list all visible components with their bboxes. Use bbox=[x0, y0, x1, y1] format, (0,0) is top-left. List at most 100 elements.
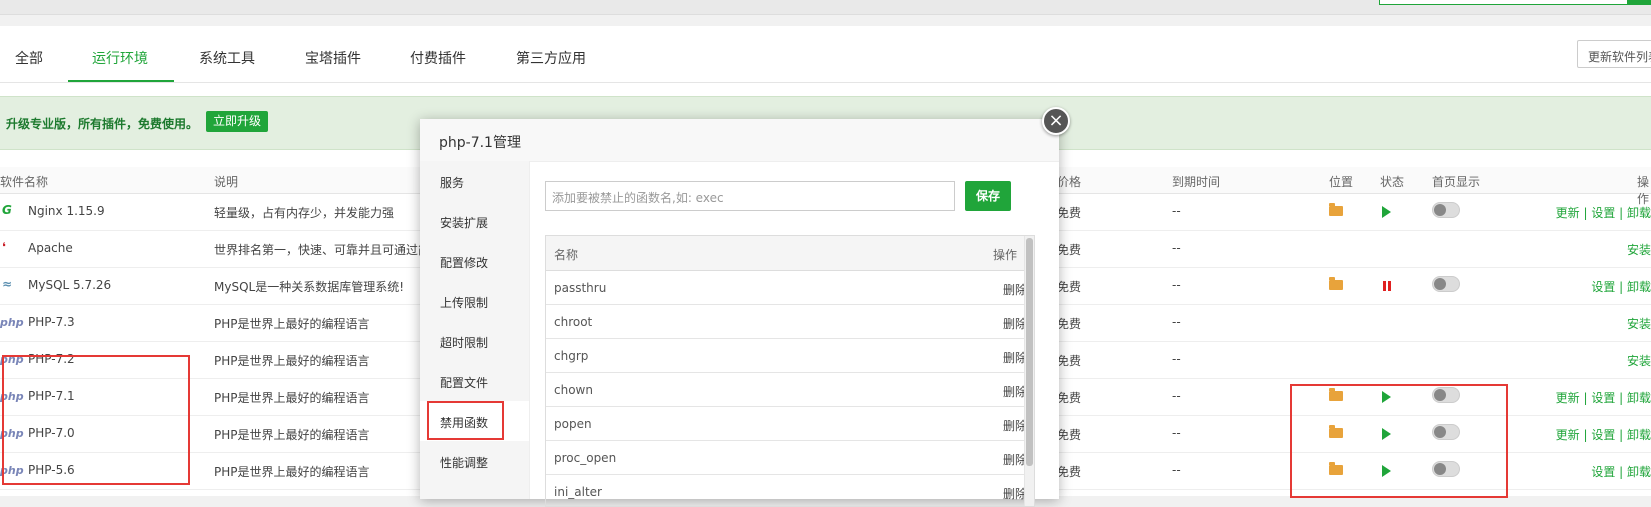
row-actions[interactable]: 设置 | 卸载 bbox=[1591, 463, 1651, 480]
tab-system-tools[interactable]: 系统工具 bbox=[199, 48, 255, 68]
menu-item-service[interactable]: 服务 bbox=[420, 161, 529, 201]
homepage-toggle[interactable] bbox=[1432, 276, 1460, 292]
software-expire: -- bbox=[1172, 463, 1181, 477]
dialog-header: php-7.1管理 bbox=[420, 119, 1059, 162]
software-desc: PHP是世界上最好的编程语言 bbox=[214, 354, 370, 368]
row-actions[interactable]: 设置 | 卸载 bbox=[1591, 278, 1651, 295]
upgrade-button[interactable]: 立即升级 bbox=[206, 111, 269, 132]
homepage-toggle[interactable] bbox=[1432, 387, 1460, 403]
table-row: chown 删除 bbox=[546, 373, 1034, 407]
php-icon: php bbox=[0, 316, 24, 329]
menu-item-install-extensions[interactable]: 安装扩展 bbox=[420, 201, 529, 241]
software-name: Nginx 1.15.9 bbox=[28, 204, 105, 218]
close-icon[interactable]: × bbox=[1042, 107, 1070, 135]
software-expire: -- bbox=[1172, 389, 1181, 403]
software-expire: -- bbox=[1172, 426, 1181, 440]
pause-icon[interactable] bbox=[1383, 281, 1391, 291]
function-name: ini_alter bbox=[554, 485, 602, 499]
menu-item-config-edit[interactable]: 配置修改 bbox=[420, 241, 529, 281]
function-name: passthru bbox=[554, 281, 607, 295]
software-price: 免费 bbox=[1057, 317, 1082, 331]
table-row: chroot 删除 bbox=[546, 305, 1034, 339]
software-desc: MySQL是一种关系数据库管理系统! bbox=[214, 280, 405, 294]
category-tabs: 全部 运行环境 系统工具 宝塔插件 付费插件 第三方应用 更新软件列表 bbox=[0, 26, 1651, 83]
tab-all[interactable]: 全部 bbox=[15, 48, 43, 68]
tab-runtime[interactable]: 运行环境 bbox=[92, 48, 148, 68]
disabled-functions-pane: 添加要被禁止的函数名,如: exec 保存 名称 操作 passthru 删除 c… bbox=[545, 161, 1045, 507]
software-price: 免费 bbox=[1057, 391, 1082, 405]
menu-item-timeout-limit[interactable]: 超时限制 bbox=[420, 321, 529, 361]
menu-item-label: 服务 bbox=[440, 176, 465, 190]
promo-text: 升级专业版，所有插件，免费使用。 bbox=[6, 117, 199, 131]
menu-item-disabled-functions[interactable]: 禁用函数 bbox=[420, 401, 529, 441]
functions-table-header: 名称 操作 bbox=[546, 236, 1034, 271]
save-button[interactable]: 保存 bbox=[965, 181, 1011, 211]
scrollbar-thumb[interactable] bbox=[1026, 238, 1033, 466]
software-price: 免费 bbox=[1057, 428, 1082, 442]
row-actions[interactable]: 安装 bbox=[1627, 315, 1651, 332]
php-manager-dialog: php-7.1管理 服务 安装扩展 配置修改 上传限制 超时限制 配置文件 禁用… bbox=[420, 119, 1059, 507]
header-name: 软件名称 bbox=[0, 175, 49, 189]
software-name: Apache bbox=[28, 241, 73, 255]
menu-item-upload-limit[interactable]: 上传限制 bbox=[420, 281, 529, 321]
menu-item-label: 安装扩展 bbox=[440, 216, 489, 230]
menu-item-label: 配置修改 bbox=[440, 256, 489, 270]
software-expire: -- bbox=[1172, 204, 1181, 218]
menu-item-label: 上传限制 bbox=[440, 296, 489, 310]
function-name: chgrp bbox=[554, 349, 589, 363]
functions-scrollbar[interactable] bbox=[1024, 236, 1034, 506]
folder-icon[interactable] bbox=[1329, 203, 1343, 216]
table-row: popen 删除 bbox=[546, 407, 1034, 441]
software-expire: -- bbox=[1172, 278, 1181, 292]
folder-icon[interactable] bbox=[1329, 462, 1343, 475]
top-search-input[interactable] bbox=[1379, 0, 1651, 5]
menu-item-label: 配置文件 bbox=[440, 376, 489, 390]
menu-item-config-file[interactable]: 配置文件 bbox=[420, 361, 529, 401]
software-expire: -- bbox=[1172, 315, 1181, 329]
software-price: 免费 bbox=[1057, 280, 1082, 294]
row-actions[interactable]: 更新 | 设置 | 卸载 bbox=[1556, 204, 1651, 221]
top-search-button[interactable] bbox=[1627, 0, 1651, 4]
dialog-side-menu: 服务 安装扩展 配置修改 上传限制 超时限制 配置文件 禁用函数 性能调整 bbox=[420, 161, 530, 499]
play-icon[interactable] bbox=[1382, 465, 1391, 477]
homepage-toggle[interactable] bbox=[1432, 461, 1460, 477]
row-actions[interactable]: 更新 | 设置 | 卸载 bbox=[1556, 389, 1651, 406]
top-bar bbox=[0, 0, 1651, 15]
header-location: 位置 bbox=[1329, 175, 1354, 189]
header-desc: 说明 bbox=[214, 175, 239, 189]
software-name: PHP-7.3 bbox=[28, 315, 75, 329]
php-icon: php bbox=[0, 427, 24, 440]
function-name: popen bbox=[554, 417, 592, 431]
tab-paid-plugins[interactable]: 付费插件 bbox=[410, 48, 466, 68]
menu-item-performance[interactable]: 性能调整 bbox=[420, 441, 529, 481]
function-name: proc_open bbox=[554, 451, 617, 465]
play-icon[interactable] bbox=[1382, 206, 1391, 218]
header-expire: 到期时间 bbox=[1172, 175, 1221, 189]
apache-feather-icon: ❛ bbox=[2, 240, 6, 254]
software-desc: PHP是世界上最好的编程语言 bbox=[214, 391, 370, 405]
folder-icon[interactable] bbox=[1329, 388, 1343, 401]
tab-bt-plugins[interactable]: 宝塔插件 bbox=[305, 48, 361, 68]
menu-item-label: 超时限制 bbox=[440, 336, 489, 350]
function-name-input[interactable]: 添加要被禁止的函数名,如: exec bbox=[545, 181, 955, 211]
header-price: 价格 bbox=[1057, 175, 1082, 189]
homepage-toggle[interactable] bbox=[1432, 202, 1460, 218]
row-actions[interactable]: 安装 bbox=[1627, 352, 1651, 369]
table-row: proc_open 删除 bbox=[546, 441, 1034, 475]
row-actions[interactable]: 更新 | 设置 | 卸载 bbox=[1556, 426, 1651, 443]
nginx-icon: G bbox=[2, 203, 12, 217]
tab-third-party[interactable]: 第三方应用 bbox=[516, 48, 586, 68]
update-software-list-button[interactable]: 更新软件列表 bbox=[1577, 40, 1651, 68]
homepage-toggle[interactable] bbox=[1432, 424, 1460, 440]
folder-icon[interactable] bbox=[1329, 277, 1343, 290]
software-price: 免费 bbox=[1057, 465, 1082, 479]
active-tab-indicator bbox=[68, 80, 174, 82]
folder-icon[interactable] bbox=[1329, 425, 1343, 438]
software-desc: 轻量级，占有内存少，并发能力强 bbox=[214, 206, 395, 220]
row-actions[interactable]: 安装 bbox=[1627, 241, 1651, 258]
play-icon[interactable] bbox=[1382, 428, 1391, 440]
mysql-dolphin-icon: ≈ bbox=[2, 277, 13, 291]
play-icon[interactable] bbox=[1382, 391, 1391, 403]
software-desc: PHP是世界上最好的编程语言 bbox=[214, 428, 370, 442]
software-price: 免费 bbox=[1057, 354, 1082, 368]
